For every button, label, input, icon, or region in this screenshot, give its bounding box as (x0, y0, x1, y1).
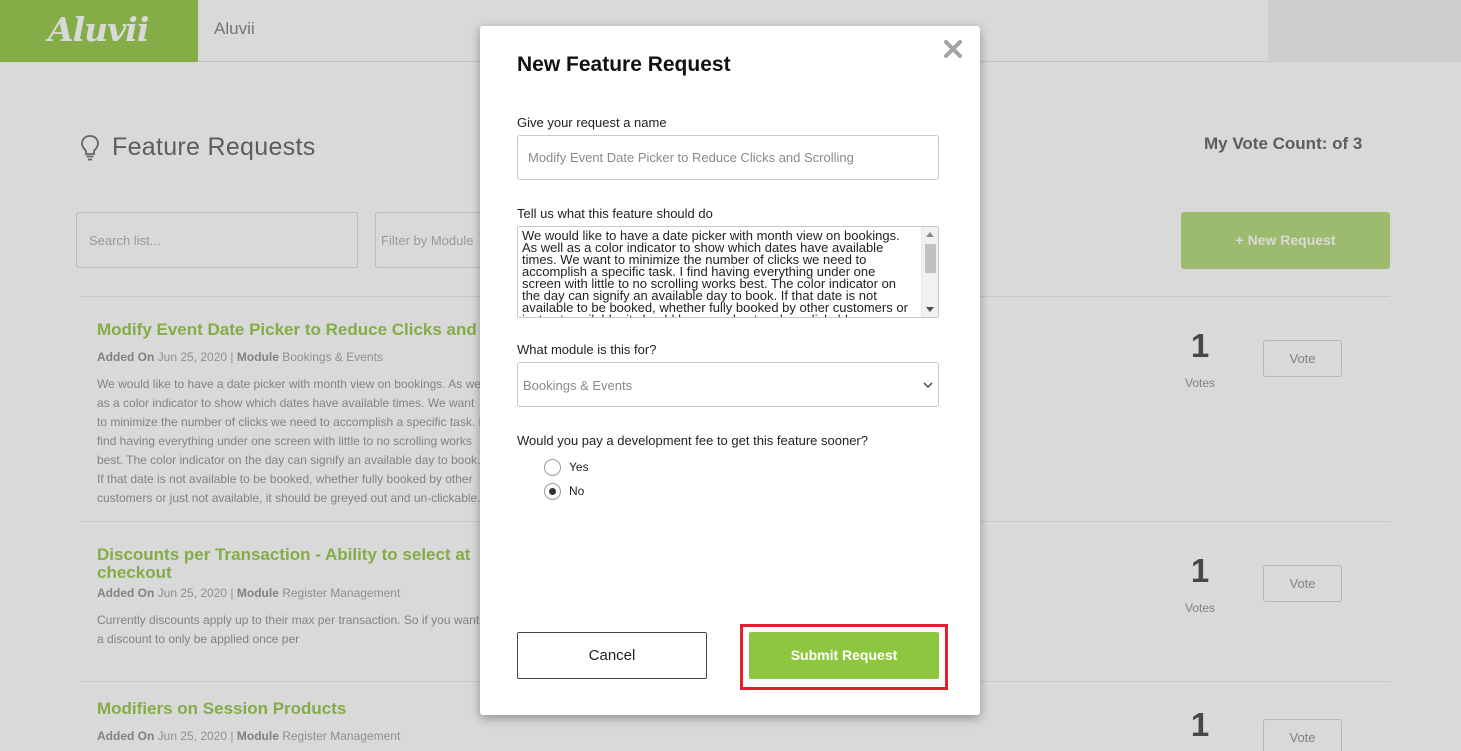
cancel-button[interactable]: Cancel (517, 632, 707, 679)
radio-yes[interactable] (544, 459, 561, 476)
request-name-input[interactable] (517, 135, 939, 180)
scroll-up-icon[interactable] (926, 232, 934, 237)
new-feature-request-modal: New Feature Request Give your request a … (480, 26, 980, 715)
close-icon[interactable] (943, 39, 963, 59)
fee-question-label: Would you pay a development fee to get t… (517, 433, 868, 448)
radio-no-label[interactable]: No (569, 484, 584, 498)
scroll-down-icon[interactable] (926, 307, 934, 312)
modal-title: New Feature Request (517, 53, 731, 76)
textarea-scrollbar[interactable] (921, 227, 938, 317)
module-select[interactable]: Bookings & Events (517, 362, 939, 407)
submit-request-button[interactable]: Submit Request (749, 632, 939, 679)
scroll-thumb[interactable] (925, 244, 936, 273)
chevron-down-icon (923, 382, 933, 389)
description-label: Tell us what this feature should do (517, 206, 713, 221)
description-text: We would like to have a date picker with… (522, 228, 908, 317)
radio-yes-label[interactable]: Yes (569, 460, 589, 474)
radio-no[interactable] (544, 483, 561, 500)
description-textarea[interactable]: We would like to have a date picker with… (517, 226, 939, 318)
module-select-value: Bookings & Events (523, 378, 633, 393)
radio-selected-dot (549, 488, 556, 495)
module-select-label: What module is this for? (517, 342, 657, 357)
name-label: Give your request a name (517, 115, 667, 130)
